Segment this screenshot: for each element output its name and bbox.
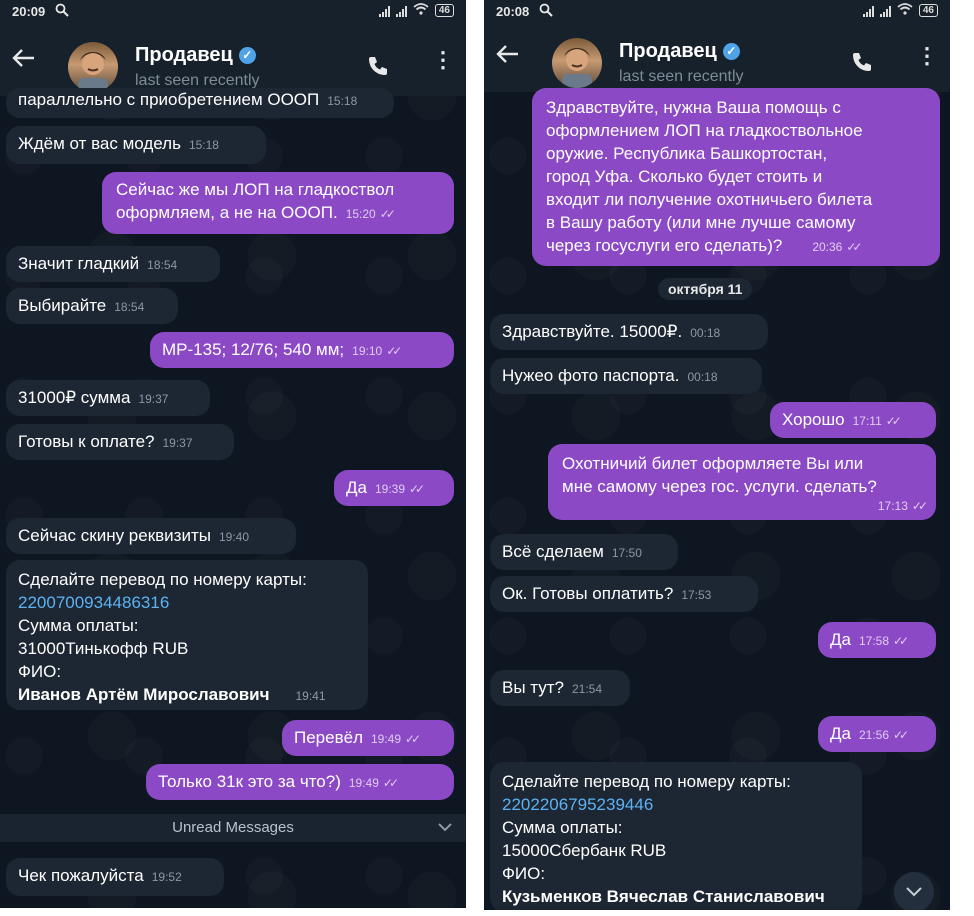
unread-messages-divider: Unread Messages [0,814,466,842]
avatar[interactable] [68,42,118,92]
date-divider: октября 11 [658,278,753,300]
signal-icon [395,5,407,17]
double-check-icon: ✓✓ [893,634,909,648]
payment-details-message[interactable]: Сделайте перевод по номеру карты: 220220… [490,762,862,910]
double-check-icon: ✓✓ [893,728,909,742]
double-check-icon: ✓✓ [386,344,402,358]
back-arrow-icon[interactable] [12,48,36,69]
more-vertical-icon[interactable]: ⋮ [432,49,454,71]
message-bubble[interactable]: Ок. Готовы оплатить? 17:53 [490,576,758,612]
message-bubble[interactable]: Ждём от вас модель 15:18 [6,126,266,164]
signal-icon [862,5,874,17]
back-arrow-icon[interactable] [496,44,520,65]
message-bubble[interactable]: Здравствуйте, нужна Ваша помощь с оформл… [532,88,940,266]
double-check-icon: ✓✓ [379,207,396,221]
verified-badge-icon: ✓ [238,47,256,64]
message-bubble[interactable]: Да 17:58 ✓✓ [818,622,936,658]
chevron-down-icon [906,887,922,897]
status-time: 20:09 [12,4,46,19]
message-bubble[interactable]: параллельно с приобретением ОООП 15:18 [6,88,394,118]
card-number-link[interactable]: 2200700934486316 [18,591,356,614]
double-check-icon: ✓✓ [382,776,399,790]
message-bubble[interactable]: Да 19:39 ✓✓ [334,470,454,506]
scroll-down-button[interactable] [894,872,934,910]
message-bubble[interactable]: Только 31к это за что?) 19:49 ✓✓ [146,764,454,800]
chat-screen-right: 20:08 46 Продавец ✓ last seen recently ⋮ … [484,0,950,910]
double-check-icon: ✓✓ [846,240,862,254]
double-check-icon: ✓✓ [885,414,902,428]
message-bubble[interactable]: Нужео фото паспорта. 00:18 [490,358,762,394]
last-seen-status: last seen recently [619,68,744,85]
payment-details-message[interactable]: Сделайте перевод по номеру карты: 220070… [6,560,368,710]
message-bubble[interactable]: Да 21:56 ✓✓ [818,716,936,752]
search-icon [55,3,69,20]
message-bubble[interactable]: Здравствуйте. 15000₽. 00:18 [490,314,768,350]
double-check-icon: ✓✓ [405,732,421,746]
chevron-down-icon[interactable] [438,814,452,842]
more-vertical-icon[interactable]: ⋮ [916,45,938,67]
chat-header: Продавец ✓ last seen recently ⋮ [484,18,950,92]
message-bubble[interactable]: Значит гладкий 18:54 [6,246,220,282]
message-bubble[interactable]: Выбирайте 18:54 [6,288,178,324]
message-bubble[interactable]: Сейчас скину реквизиты 19:40 [6,518,296,554]
contact-name[interactable]: Продавец ✓ [619,40,740,63]
message-bubble[interactable]: Чек пожалуйста 19:52 [6,858,224,896]
message-bubble[interactable]: Сейчас же мы ЛОП на гладкоствол оформляе… [102,172,454,234]
phone-call-icon[interactable] [366,54,390,83]
message-bubble[interactable]: Перевёл 19:49 ✓✓ [282,720,454,756]
verified-badge-icon: ✓ [722,43,740,60]
message-bubble[interactable]: Вы тут? 21:54 [490,670,630,706]
wifi-icon [897,3,913,18]
card-number-link[interactable]: 2202206795239446 [502,793,850,816]
double-check-icon: ✓✓ [409,482,425,496]
chat-header: Продавец ✓ last seen recently ⋮ [0,22,466,96]
avatar[interactable] [552,38,602,88]
phone-call-icon[interactable] [850,50,874,79]
message-bubble[interactable]: 31000₽ сумма 19:37 [6,380,210,416]
signal-icon [378,5,390,17]
message-bubble[interactable]: Хорошо 17:11 ✓✓ [770,402,936,438]
message-bubble[interactable]: Всё сделаем 17:50 [490,534,678,570]
contact-name[interactable]: Продавец ✓ [135,44,256,67]
battery-icon: 46 [918,4,938,17]
message-bubble[interactable]: Охотничий билет оформляете Вы или мне са… [548,444,936,520]
message-bubble[interactable]: Готовы к оплате? 19:37 [6,424,234,460]
battery-icon: 46 [434,4,454,17]
status-time: 20:08 [496,4,530,19]
chat-screen-left: 20:09 46 Продавец ✓ last seen recently ⋮ … [0,0,466,908]
status-bar: 20:09 46 [0,0,466,22]
signal-icon [879,5,891,17]
double-check-icon: ✓✓ [911,499,928,513]
message-bubble[interactable]: МР-135; 12/76; 540 мм; 19:10 ✓✓ [150,332,454,368]
wifi-icon [413,3,429,18]
